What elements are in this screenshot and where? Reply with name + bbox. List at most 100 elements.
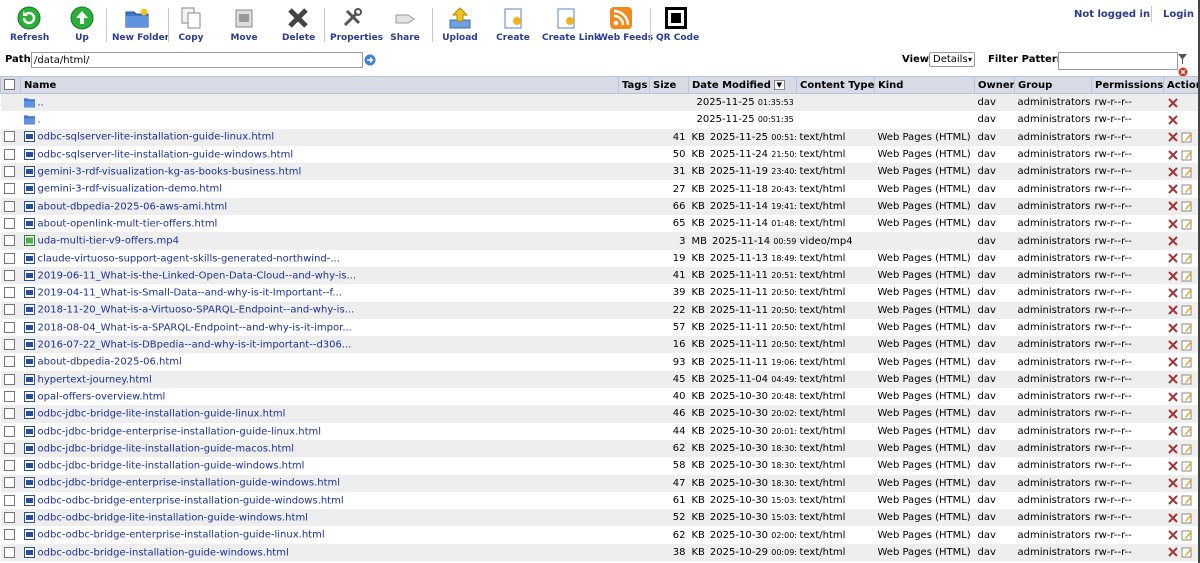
table-row[interactable]: .. 2025-11-25 01:35:53 dav administrators rw… [0, 93, 1200, 112]
new-folder-button[interactable]: New Folder [112, 6, 169, 43]
move-button[interactable]: Move [228, 6, 260, 43]
row-checkbox[interactable] [3, 166, 15, 178]
file-link[interactable]: odbc-sqlserver-lite-installation-guide-w… [38, 149, 294, 160]
file-link[interactable]: about-dbpedia-2025-06-aws-ami.html [38, 201, 228, 212]
row-checkbox[interactable] [3, 425, 15, 437]
edit-action-icon[interactable] [1181, 494, 1193, 506]
table-row[interactable]: 2019-06-11_What-is-the-Linked-Open-Data-… [0, 266, 1200, 285]
file-link[interactable]: 2018-11-20_What-is-a-Virtuoso-SPARQL-End… [38, 305, 355, 316]
delete-action-icon[interactable] [1167, 304, 1179, 316]
file-link[interactable]: odbc-odbc-bridge-installation-guide-wind… [38, 547, 289, 558]
delete-button[interactable]: Delete [282, 6, 315, 43]
edit-action-icon[interactable] [1181, 443, 1193, 455]
file-link[interactable]: claude-virtuoso-support-agent-skills-gen… [38, 253, 340, 264]
row-checkbox[interactable] [3, 252, 15, 264]
table-row[interactable]: odbc-jdbc-bridge-enterprise-installation… [0, 474, 1200, 492]
column-size[interactable]: Size [649, 76, 689, 94]
table-row[interactable]: odbc-sqlserver-lite-installation-guide-l… [0, 128, 1200, 146]
table-row[interactable]: gemini-3-rdf-visualization-demo.html 27 KB… [0, 180, 1200, 198]
delete-action-icon[interactable] [1167, 460, 1179, 472]
sort-descending-icon[interactable]: ▼ [773, 79, 785, 90]
edit-action-icon[interactable] [1181, 200, 1193, 212]
web-feeds-button[interactable]: Web Feeds [598, 6, 653, 43]
delete-action-icon[interactable] [1167, 322, 1179, 334]
table-row[interactable]: about-openlink-mult-tier-offers.html 65 KB… [0, 215, 1200, 233]
table-row[interactable]: 2018-11-20_What-is-a-Virtuoso-SPARQL-End… [0, 301, 1200, 319]
file-link[interactable]: hypertext-journey.html [38, 374, 152, 385]
table-row[interactable]: odbc-odbc-bridge-installation-guide-wind… [0, 543, 1200, 562]
delete-action-icon[interactable] [1167, 443, 1179, 455]
file-link[interactable]: gemini-3-rdf-visualization-demo.html [38, 184, 223, 195]
select-all-checkbox[interactable] [4, 79, 15, 91]
edit-action-icon[interactable] [1181, 425, 1193, 437]
edit-action-icon[interactable] [1181, 322, 1193, 334]
table-row[interactable]: about-dbpedia-2025-06-aws-ami.html 66 KB 20… [0, 197, 1200, 216]
path-input[interactable] [31, 52, 363, 68]
table-row[interactable]: about-dbpedia-2025-06.html 93 KB 2025-11-11… [0, 353, 1200, 371]
file-link[interactable]: opal-offers-overview.html [38, 391, 166, 402]
file-link[interactable]: odbc-jdbc-bridge-lite-installation-guide… [38, 409, 286, 420]
edit-action-icon[interactable] [1181, 512, 1193, 524]
edit-action-icon[interactable] [1181, 546, 1193, 558]
table-row[interactable]: claude-virtuoso-support-agent-skills-gen… [0, 249, 1200, 267]
create-link-button[interactable]: Create Link [542, 6, 600, 43]
filter-icon[interactable] [1178, 54, 1187, 64]
edit-action-icon[interactable] [1181, 149, 1193, 161]
upload-button[interactable]: Upload [442, 6, 478, 43]
filter-input[interactable] [1058, 52, 1178, 70]
delete-action-icon[interactable] [1167, 149, 1179, 161]
row-checkbox[interactable] [3, 408, 15, 420]
table-row[interactable]: odbc-odbc-bridge-enterprise-installation… [0, 491, 1200, 510]
table-row[interactable]: odbc-jdbc-bridge-lite-installation-guide… [0, 457, 1200, 475]
delete-action-icon[interactable] [1167, 408, 1179, 420]
column-owner[interactable]: Owner [974, 76, 1015, 94]
row-checkbox[interactable] [3, 390, 15, 402]
row-checkbox[interactable] [3, 131, 15, 143]
delete-action-icon[interactable] [1167, 97, 1179, 109]
delete-action-icon[interactable] [1167, 270, 1179, 282]
table-row[interactable]: odbc-jdbc-bridge-lite-installation-guide… [0, 439, 1200, 458]
delete-action-icon[interactable] [1167, 252, 1179, 264]
delete-action-icon[interactable] [1167, 356, 1179, 368]
edit-action-icon[interactable] [1181, 131, 1193, 143]
column-permissions[interactable]: Permissions [1091, 76, 1164, 94]
delete-action-icon[interactable] [1167, 373, 1179, 385]
row-checkbox[interactable] [3, 148, 15, 160]
table-row[interactable]: gemini-3-rdf-visualization-kg-as-books-b… [0, 163, 1200, 181]
row-checkbox[interactable] [3, 529, 15, 541]
go-icon[interactable] [364, 54, 376, 66]
file-link[interactable]: uda-multi-tier-v9-offers.mp4 [38, 236, 179, 247]
edit-action-icon[interactable] [1181, 287, 1193, 299]
delete-action-icon[interactable] [1167, 131, 1179, 143]
column-kind[interactable]: Kind [874, 76, 975, 94]
edit-action-icon[interactable] [1181, 356, 1193, 368]
share-button[interactable]: Share [390, 6, 420, 43]
file-link[interactable]: 2018-08-04_What-is-a-SPARQL-Endpoint--an… [38, 322, 352, 333]
file-link[interactable]: odbc-odbc-bridge-lite-installation-guide… [38, 513, 308, 524]
row-checkbox[interactable] [3, 287, 15, 299]
delete-action-icon[interactable] [1167, 166, 1179, 178]
row-checkbox[interactable] [3, 512, 15, 524]
file-link[interactable]: about-openlink-mult-tier-offers.html [38, 218, 218, 229]
table-row[interactable]: odbc-odbc-bridge-lite-installation-guide… [0, 509, 1200, 527]
refresh-button[interactable]: Refresh [10, 6, 49, 43]
row-checkbox[interactable] [3, 339, 15, 351]
column-tags[interactable]: Tags [618, 76, 650, 94]
qr-code-button[interactable]: QR Code [656, 6, 699, 43]
edit-action-icon[interactable] [1181, 477, 1193, 489]
file-link[interactable]: 2019-06-11_What-is-the-Linked-Open-Data-… [38, 270, 357, 281]
delete-action-icon[interactable] [1167, 425, 1179, 437]
table-row[interactable]: opal-offers-overview.html 40 KB 2025-10-30 … [0, 388, 1200, 406]
row-checkbox[interactable] [3, 460, 15, 472]
row-checkbox[interactable] [3, 321, 15, 333]
delete-action-icon[interactable] [1167, 494, 1179, 506]
column-name[interactable]: Name [20, 76, 619, 94]
view-select[interactable]: Details ▾ [929, 52, 975, 67]
table-row[interactable]: hypertext-journey.html 45 KB 2025-11-04 04:… [0, 370, 1200, 389]
edit-action-icon[interactable] [1181, 339, 1193, 351]
table-row[interactable]: odbc-odbc-bridge-enterprise-installation… [0, 526, 1200, 544]
table-row[interactable]: 2016-07-22_What-is-DBpedia--and-why-is-i… [0, 336, 1200, 354]
column-content-type[interactable]: Content Type [796, 76, 875, 94]
create-button[interactable]: Create [496, 6, 530, 43]
select-all-header[interactable] [0, 76, 21, 94]
